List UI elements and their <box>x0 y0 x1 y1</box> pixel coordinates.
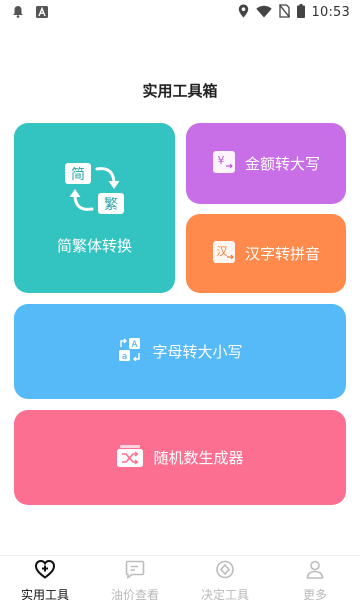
svg-text:¥: ¥ <box>217 154 224 167</box>
letter-case-card[interactable]: A a 字母转大小写 <box>14 304 346 399</box>
location-icon <box>238 3 249 22</box>
nav-item-decide[interactable]: 决定工具 <box>180 556 270 600</box>
status-right: 10:53 <box>238 3 350 22</box>
hanzi-convert-icon: 汉 <box>212 240 236 268</box>
shuffle-icon <box>116 444 144 472</box>
jianfan-convert-card[interactable]: 简 繁 简繁体转换 <box>14 123 175 293</box>
svg-text:简: 简 <box>71 166 85 183</box>
nav-label-decide: 决定工具 <box>200 588 249 600</box>
heart-plus-icon <box>34 559 56 583</box>
bottom-nav: 实用工具 油价查看 决定工具 更多 <box>0 555 360 600</box>
hanzi-pinyin-card[interactable]: 汉 汉字转拼音 <box>186 214 346 293</box>
yuan-convert-icon: ¥ <box>212 150 236 178</box>
nav-item-tools[interactable]: 实用工具 <box>0 556 90 600</box>
random-number-label: 随机数生成器 <box>153 449 244 467</box>
page-title: 实用工具箱 <box>142 82 218 100</box>
no-sim-icon <box>278 3 290 22</box>
nav-item-oil-price[interactable]: 油价查看 <box>90 556 180 600</box>
svg-text:汉: 汉 <box>216 245 227 258</box>
amount-uppercase-card[interactable]: ¥ 金额转大写 <box>186 123 346 204</box>
letter-case-label: 字母转大小写 <box>152 343 243 361</box>
amount-uppercase-label: 金额转大写 <box>244 155 320 173</box>
convert-cycle-icon: 简 繁 <box>64 161 126 221</box>
nav-label-more: 更多 <box>302 588 327 600</box>
svg-text:繁: 繁 <box>104 197 118 213</box>
target-icon <box>215 560 235 583</box>
status-bar: 10:53 <box>0 0 360 24</box>
battery-icon <box>296 3 305 22</box>
status-left <box>12 3 48 22</box>
status-time: 10:53 <box>311 4 350 20</box>
user-icon <box>305 560 325 583</box>
wifi-icon <box>255 3 272 22</box>
nav-item-more[interactable]: 更多 <box>270 556 360 600</box>
nav-label-tools: 实用工具 <box>20 588 69 600</box>
text-app-icon <box>36 3 48 22</box>
nav-label-oil-price: 油价查看 <box>110 588 159 600</box>
svg-text:A: A <box>132 340 139 350</box>
chat-card-icon <box>125 560 145 583</box>
random-number-card[interactable]: 随机数生成器 <box>14 410 346 505</box>
hanzi-pinyin-label: 汉字转拼音 <box>244 245 320 263</box>
svg-text:a: a <box>122 352 128 362</box>
letter-case-icon: A a <box>117 337 143 367</box>
jianfan-convert-label: 简繁体转换 <box>56 236 132 255</box>
notification-bell-icon <box>12 3 24 22</box>
